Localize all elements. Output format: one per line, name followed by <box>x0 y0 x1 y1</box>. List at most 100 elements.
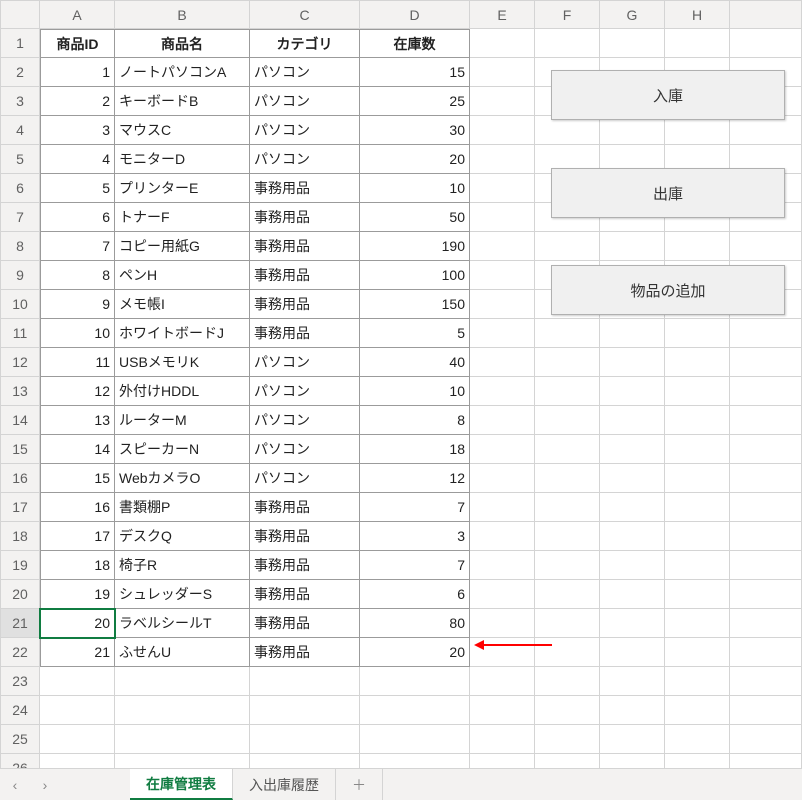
cell-empty[interactable] <box>115 696 250 725</box>
row-header[interactable]: 11 <box>0 319 40 348</box>
cell-name[interactable]: デスクQ <box>115 522 250 551</box>
cell-empty[interactable] <box>665 29 730 58</box>
cell-empty[interactable] <box>535 319 600 348</box>
add-item-button[interactable]: 物品の追加 <box>551 265 785 315</box>
cell-stock[interactable]: 50 <box>360 203 470 232</box>
row-header[interactable]: 25 <box>0 725 40 754</box>
row-header[interactable]: 19 <box>0 551 40 580</box>
cell-empty[interactable] <box>665 116 730 145</box>
cell-empty[interactable] <box>470 348 535 377</box>
cell-id[interactable]: 21 <box>40 638 115 667</box>
cell-id[interactable]: 6 <box>40 203 115 232</box>
cell-stock[interactable]: 15 <box>360 58 470 87</box>
cell-empty[interactable] <box>600 377 665 406</box>
cell-stock[interactable]: 150 <box>360 290 470 319</box>
cell-empty[interactable] <box>535 29 600 58</box>
cell-empty[interactable] <box>360 725 470 754</box>
cell-empty[interactable] <box>665 667 730 696</box>
cell-stock[interactable]: 10 <box>360 377 470 406</box>
cell-id[interactable]: 17 <box>40 522 115 551</box>
cell-category[interactable]: パソコン <box>250 348 360 377</box>
cell-empty[interactable] <box>600 725 665 754</box>
cell-id[interactable]: 9 <box>40 290 115 319</box>
cell-empty[interactable] <box>40 696 115 725</box>
cell-empty[interactable] <box>535 493 600 522</box>
row-header[interactable]: 22 <box>0 638 40 667</box>
cell-id[interactable]: 20 <box>40 609 115 638</box>
cell-empty[interactable] <box>470 319 535 348</box>
cell-empty[interactable] <box>470 377 535 406</box>
cell-empty[interactable] <box>40 725 115 754</box>
cell-name[interactable]: 椅子R <box>115 551 250 580</box>
cell-id[interactable]: 19 <box>40 580 115 609</box>
cell-empty[interactable] <box>600 232 665 261</box>
row-header[interactable]: 1 <box>0 29 40 58</box>
cell-empty[interactable] <box>40 667 115 696</box>
cell-empty[interactable] <box>665 377 730 406</box>
cell-category[interactable]: 事務用品 <box>250 609 360 638</box>
cell-empty[interactable] <box>535 435 600 464</box>
cell-empty[interactable] <box>730 29 802 58</box>
cell-empty[interactable] <box>470 29 535 58</box>
cell-id[interactable]: 4 <box>40 145 115 174</box>
cell-empty[interactable] <box>665 725 730 754</box>
cell-empty[interactable] <box>665 638 730 667</box>
cell-empty[interactable] <box>665 406 730 435</box>
cell-id[interactable]: 16 <box>40 493 115 522</box>
cell-name[interactable]: トナーF <box>115 203 250 232</box>
cell-empty[interactable] <box>730 493 802 522</box>
cell-empty[interactable] <box>470 406 535 435</box>
row-header[interactable]: 18 <box>0 522 40 551</box>
cell-stock[interactable]: 30 <box>360 116 470 145</box>
row-header[interactable]: 7 <box>0 203 40 232</box>
cell-empty[interactable] <box>730 116 802 145</box>
cell-stock[interactable]: 10 <box>360 174 470 203</box>
cell-empty[interactable] <box>600 116 665 145</box>
cell-id[interactable]: 14 <box>40 435 115 464</box>
cell-name[interactable]: シュレッダーS <box>115 580 250 609</box>
cell-empty[interactable] <box>250 725 360 754</box>
cell-id[interactable]: 12 <box>40 377 115 406</box>
cell-empty[interactable] <box>470 725 535 754</box>
cell-empty[interactable] <box>470 203 535 232</box>
cell-name[interactable]: ノートパソコンA <box>115 58 250 87</box>
cell-empty[interactable] <box>665 319 730 348</box>
cell-empty[interactable] <box>470 87 535 116</box>
cell-empty[interactable] <box>665 551 730 580</box>
cell-category[interactable]: パソコン <box>250 435 360 464</box>
cell-stock[interactable]: 5 <box>360 319 470 348</box>
cell-category[interactable]: 事務用品 <box>250 522 360 551</box>
select-all-corner[interactable] <box>0 0 40 29</box>
cell-empty[interactable] <box>535 406 600 435</box>
cell-id[interactable]: 11 <box>40 348 115 377</box>
tab-nav-next[interactable]: › <box>30 769 60 800</box>
cell-stock[interactable]: 25 <box>360 87 470 116</box>
cell-empty[interactable] <box>115 667 250 696</box>
cell-id[interactable]: 15 <box>40 464 115 493</box>
cell-empty[interactable] <box>600 493 665 522</box>
cell-category[interactable]: 事務用品 <box>250 261 360 290</box>
cell-empty[interactable] <box>250 696 360 725</box>
cell-empty[interactable] <box>730 406 802 435</box>
cell-id[interactable]: 2 <box>40 87 115 116</box>
row-header[interactable]: 21 <box>0 609 40 638</box>
cell-empty[interactable] <box>730 348 802 377</box>
cell-id[interactable]: 10 <box>40 319 115 348</box>
cell-name[interactable]: ラベルシールT <box>115 609 250 638</box>
cell-empty[interactable] <box>665 493 730 522</box>
cell-name[interactable]: スピーカーN <box>115 435 250 464</box>
cell-name[interactable]: モニターD <box>115 145 250 174</box>
cell-empty[interactable] <box>470 696 535 725</box>
cell-empty[interactable] <box>665 580 730 609</box>
stock-out-button[interactable]: 出庫 <box>551 168 785 218</box>
cell-category[interactable]: 事務用品 <box>250 319 360 348</box>
cell-name[interactable]: キーボードB <box>115 87 250 116</box>
cell-empty[interactable] <box>730 696 802 725</box>
cell-empty[interactable] <box>535 551 600 580</box>
cell-category[interactable]: パソコン <box>250 145 360 174</box>
row-header[interactable]: 23 <box>0 667 40 696</box>
cell-empty[interactable] <box>470 609 535 638</box>
cell-empty[interactable] <box>470 435 535 464</box>
cell-empty[interactable] <box>535 522 600 551</box>
cell-name[interactable]: WebカメラO <box>115 464 250 493</box>
